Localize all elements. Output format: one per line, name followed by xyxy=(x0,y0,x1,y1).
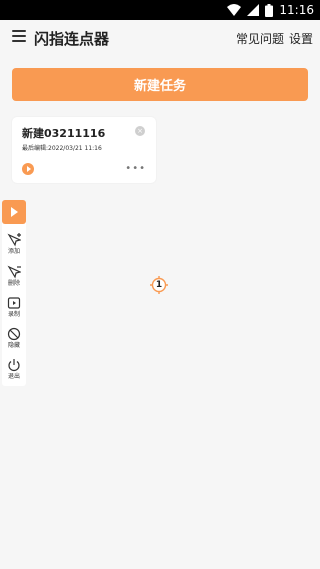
hide-icon xyxy=(7,327,21,341)
click-target-number: 1 xyxy=(155,280,163,290)
floating-control-bar: 添加 删除 录制 隐藏 退出 xyxy=(2,200,26,386)
app-bar: 闪指连点器 常见问题 设置 xyxy=(0,20,320,58)
remove-pointer-button[interactable]: 删除 xyxy=(2,265,26,291)
power-icon xyxy=(8,359,20,372)
task-name: 新建03211116 xyxy=(22,127,106,140)
record-icon xyxy=(7,297,21,309)
wifi-icon xyxy=(227,4,242,16)
exit-label: 退出 xyxy=(7,373,20,380)
menu-icon[interactable] xyxy=(12,30,26,44)
signal-icon xyxy=(247,4,260,16)
add-pointer-icon xyxy=(7,233,21,247)
faq-link[interactable]: 常见问题 xyxy=(236,30,284,47)
status-bar: 11:16 xyxy=(0,0,320,20)
battery-icon xyxy=(265,3,274,17)
record-button[interactable]: 录制 xyxy=(2,296,26,322)
task-last-edited: 最后编辑:2022/03/21 11:16 xyxy=(22,145,102,152)
more-icon[interactable]: ••• xyxy=(125,164,146,174)
task-card[interactable]: 新建03211116 最后编辑:2022/03/21 11:16 × ••• xyxy=(12,117,156,183)
exit-button[interactable]: 退出 xyxy=(2,358,26,384)
hide-label: 隐藏 xyxy=(7,342,20,349)
settings-link[interactable]: 设置 xyxy=(289,30,313,47)
hide-button[interactable]: 隐藏 xyxy=(2,327,26,353)
new-task-button[interactable]: 新建任务 xyxy=(12,68,308,101)
play-button[interactable] xyxy=(2,200,26,224)
add-pointer-label: 添加 xyxy=(7,248,20,255)
add-pointer-button[interactable]: 添加 xyxy=(2,233,26,259)
remove-pointer-icon xyxy=(7,265,21,279)
app-title: 闪指连点器 xyxy=(34,30,110,48)
close-icon[interactable]: × xyxy=(135,126,145,136)
click-target[interactable]: 1 xyxy=(150,276,168,294)
remove-pointer-label: 删除 xyxy=(7,280,20,287)
status-time: 11:16 xyxy=(279,3,314,17)
play-icon[interactable] xyxy=(22,163,34,175)
record-label: 录制 xyxy=(7,311,20,318)
